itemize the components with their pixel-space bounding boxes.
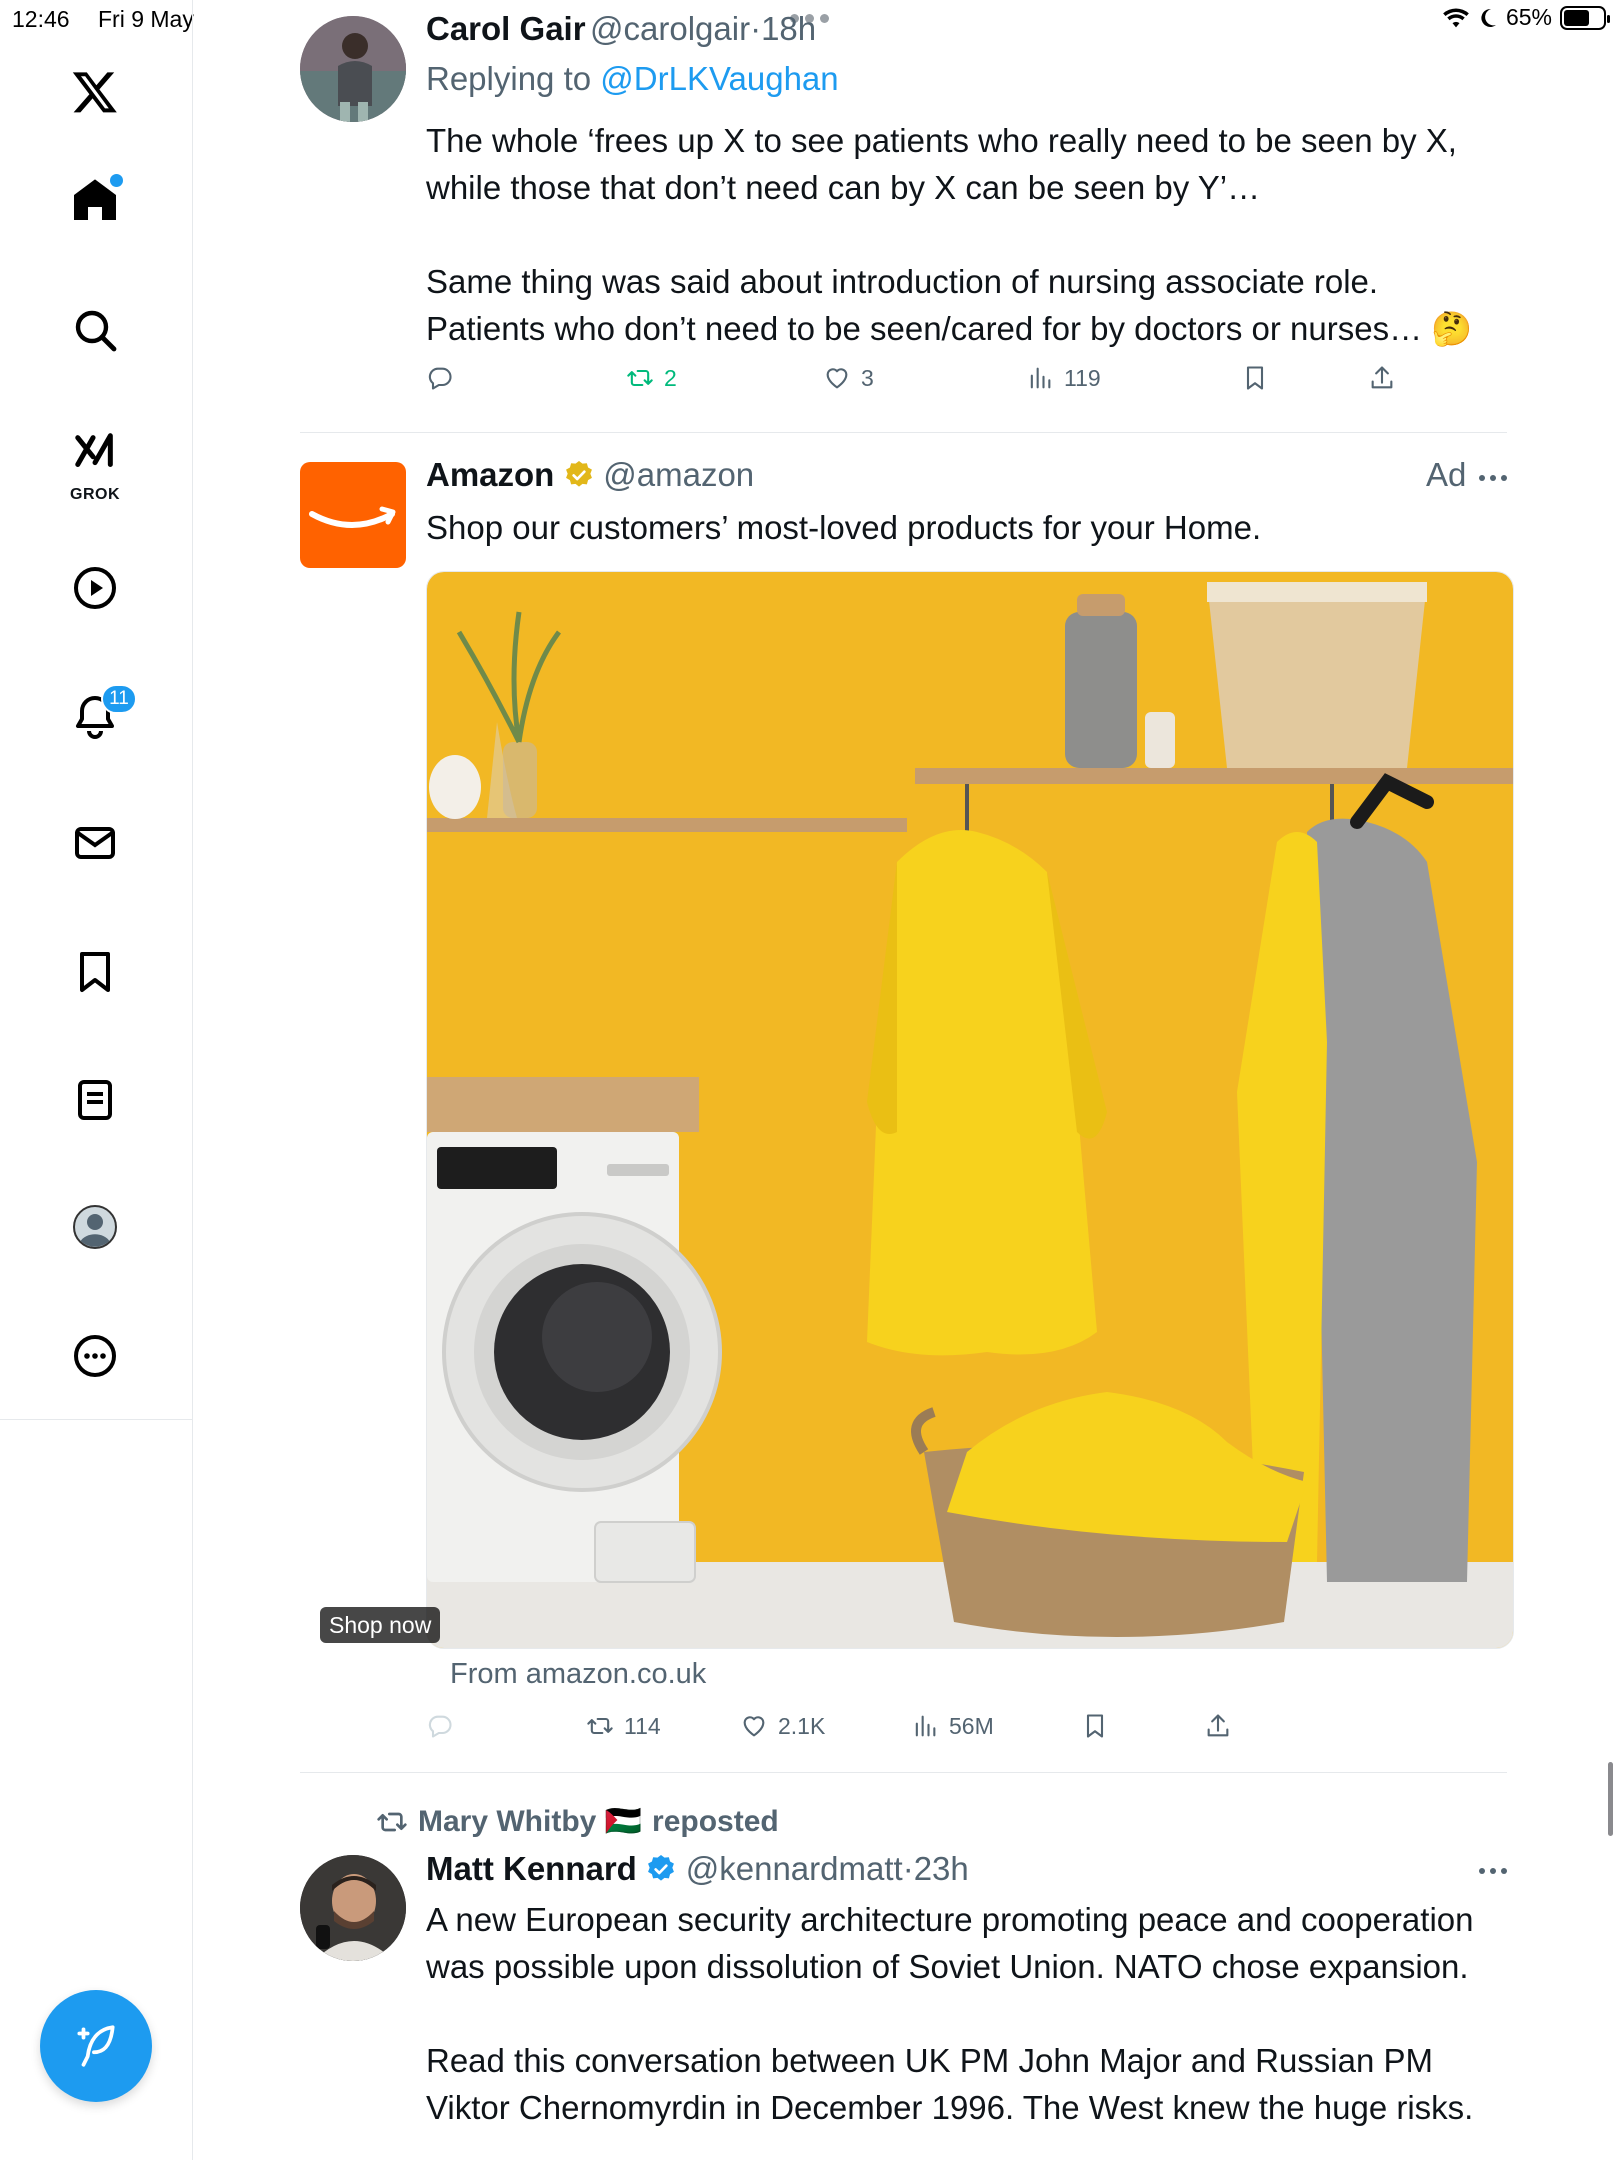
nav-bookmarks[interactable] (63, 940, 127, 1004)
reply-icon (428, 1715, 452, 1738)
nav-home[interactable] (63, 168, 127, 232)
like-button[interactable]: 3 (823, 364, 874, 392)
shop-now-button[interactable]: Shop now (320, 1607, 441, 1643)
more-options-icon[interactable] (1479, 475, 1507, 481)
blue-verified-icon (648, 1855, 675, 1881)
share-icon (1207, 1714, 1229, 1737)
tweet-text: A new European security architecture pro… (426, 1901, 1474, 2126)
share-button[interactable] (1204, 1712, 1232, 1740)
share-button[interactable] (1368, 364, 1396, 392)
tweet-header: Matt Kennard @kennardmatt·23h (426, 1850, 969, 1888)
retweet-count: 114 (624, 1712, 661, 1739)
gold-verified-icon (565, 461, 592, 487)
nav-search[interactable] (63, 298, 127, 362)
bookmark-icon (1086, 1714, 1104, 1738)
nav-profile[interactable] (63, 1195, 127, 1259)
heart-icon (743, 1716, 765, 1737)
grok-label: GROK (70, 486, 120, 503)
avatar-icon (73, 1205, 117, 1249)
grok-icon (75, 433, 113, 467)
retweet-icon (627, 369, 653, 387)
reply-button[interactable] (426, 1712, 454, 1740)
nav-notifications[interactable]: 11 (63, 684, 137, 748)
username[interactable]: @amazon (603, 456, 754, 493)
display-name[interactable]: Matt Kennard (426, 1850, 637, 1887)
views-button[interactable]: 56M (911, 1712, 994, 1740)
compose-button[interactable] (40, 1990, 152, 2102)
username[interactable]: @kennardmatt (686, 1850, 903, 1887)
timestamp[interactable]: 23h (914, 1850, 969, 1887)
heart-icon (826, 368, 848, 389)
bookmark-icon (1246, 366, 1264, 390)
tweet-actions: 2 3 119 (426, 364, 1506, 404)
ad-source[interactable]: From amazon.co.uk (450, 1658, 706, 1691)
retweet-icon (377, 1812, 407, 1831)
repost-label: reposted (652, 1804, 779, 1838)
display-name[interactable]: Amazon (426, 456, 554, 493)
timestamp[interactable]: 18h (761, 10, 816, 47)
mail-icon (75, 827, 115, 859)
nav-lists[interactable] (63, 1068, 127, 1132)
search-icon (75, 310, 117, 352)
views-icon (915, 1715, 936, 1737)
user-avatar[interactable] (300, 16, 406, 122)
bookmark-button[interactable] (1081, 1712, 1109, 1740)
replying-to: Replying to @DrLKVaughan (426, 60, 839, 98)
user-avatar[interactable] (300, 1855, 406, 1961)
replying-label: Replying to (426, 60, 601, 97)
nav-video[interactable] (63, 556, 127, 620)
bookmark-button[interactable] (1241, 364, 1269, 392)
bookmark-icon (80, 952, 110, 992)
views-button[interactable]: 119 (1026, 364, 1101, 392)
notification-badge: 11 (101, 684, 137, 714)
tweet-text: Shop our customers’ most-loved products … (426, 509, 1262, 546)
more-icon (74, 1335, 116, 1377)
more-options-icon[interactable] (1479, 1868, 1507, 1874)
x-logo-icon[interactable] (63, 60, 127, 124)
replying-to-link[interactable]: @DrLKVaughan (600, 60, 838, 97)
retweet-icon (587, 1717, 613, 1735)
scrollbar[interactable] (1608, 1762, 1613, 1836)
reply-icon (428, 367, 452, 390)
nav-grok[interactable]: GROK (63, 420, 127, 503)
timeline: Carol Gair @carolgair·18h Replying to @D… (193, 0, 1620, 2160)
repost-context[interactable]: Mary Whitby 🇵🇸 reposted (376, 1804, 779, 1839)
like-count: 3 (861, 364, 874, 391)
sidebar: GROK 11 (0, 0, 193, 1420)
nav-messages[interactable] (63, 811, 127, 875)
home-unread-dot (110, 174, 123, 187)
views-icon (1030, 367, 1051, 389)
separator-dot: · (902, 1850, 914, 1887)
ad-image[interactable] (426, 571, 1514, 1649)
tweet-header: Amazon @amazon (426, 456, 754, 494)
tweet-header: Carol Gair @carolgair·18h (426, 10, 816, 48)
retweet-count: 2 (664, 364, 677, 391)
nav-more[interactable] (63, 1324, 127, 1388)
view-count: 56M (949, 1712, 994, 1739)
reply-button[interactable] (426, 364, 454, 392)
like-count: 2.1K (778, 1712, 826, 1739)
display-name[interactable]: Carol Gair (426, 10, 586, 47)
list-icon (78, 1080, 112, 1120)
like-button[interactable]: 2.1K (740, 1712, 825, 1740)
retweet-button[interactable]: 2 (626, 364, 677, 392)
compose-icon (77, 2025, 115, 2067)
retweet-button[interactable]: 114 (586, 1712, 661, 1740)
tweet-divider (300, 432, 1507, 433)
tweet-text: The whole ‘frees up X to see patients wh… (426, 122, 1473, 347)
share-icon (1371, 366, 1393, 389)
tweet-divider (300, 1772, 1507, 1773)
view-count: 119 (1064, 364, 1101, 391)
ad-label: Ad (1426, 456, 1467, 493)
username[interactable]: @carolgair (590, 10, 750, 47)
ad-actions: 114 2.1K 56M (426, 1712, 1506, 1752)
separator-dot: · (750, 10, 762, 47)
reposter-name[interactable]: Mary Whitby 🇵🇸 (418, 1804, 642, 1839)
play-icon (74, 567, 116, 609)
amazon-logo[interactable] (300, 462, 406, 568)
